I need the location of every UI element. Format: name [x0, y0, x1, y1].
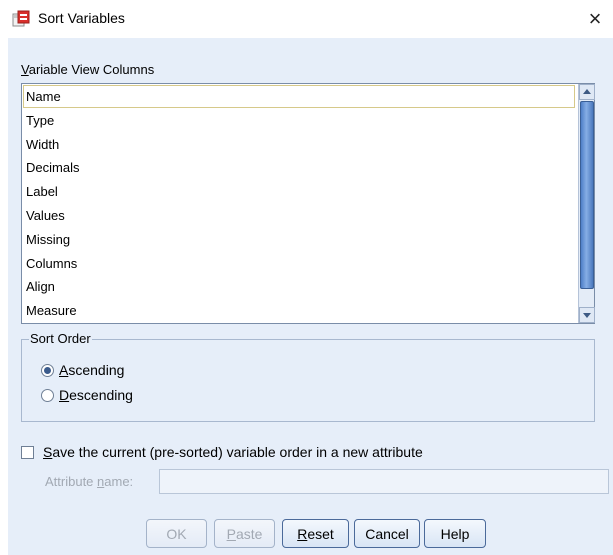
list-item[interactable]: Name — [23, 85, 575, 108]
sort-variables-dialog: Sort Variables × Variable View Columns N… — [0, 0, 613, 555]
list-item[interactable]: Align — [23, 275, 575, 298]
help-button[interactable]: Help — [424, 519, 486, 548]
scroll-thumb[interactable] — [580, 101, 594, 289]
spss-dialog-icon — [12, 10, 30, 28]
ascending-option[interactable]: Ascending — [41, 360, 124, 380]
save-order-checkbox[interactable] — [21, 445, 34, 459]
arrow-up-icon — [583, 89, 591, 94]
variable-view-columns-list[interactable]: Name Type Width Decimals Label Values Missing C… — [21, 83, 595, 324]
close-button[interactable]: × — [580, 4, 610, 34]
dialog-title: Sort Variables — [38, 10, 125, 26]
ascending-label: Ascending — [59, 362, 125, 378]
list-item[interactable]: Width — [23, 133, 575, 156]
variable-view-columns-label: Variable View Columns — [21, 62, 155, 77]
list-item[interactable]: Label — [23, 180, 575, 203]
scroll-up-button[interactable] — [579, 84, 595, 100]
list-item[interactable]: Type — [23, 109, 575, 132]
list-item[interactable]: Decimals — [23, 156, 575, 179]
list-item[interactable]: Values — [23, 204, 575, 227]
save-order-option[interactable]: Save the current (pre-sorted) variable o… — [21, 442, 423, 462]
reset-button[interactable]: Reset — [282, 519, 349, 548]
descending-option[interactable]: Descending — [41, 385, 133, 405]
descending-radio[interactable] — [41, 388, 54, 402]
close-icon: × — [588, 6, 602, 31]
scroll-down-button[interactable] — [579, 307, 595, 323]
paste-button[interactable]: Paste — [214, 519, 275, 548]
list-item[interactable]: Missing — [23, 228, 575, 251]
cancel-button[interactable]: Cancel — [354, 519, 420, 548]
attribute-name-label: Attribute name: — [45, 474, 134, 489]
dialog-body: Variable View Columns Name Type Width Decim… — [8, 38, 613, 555]
descending-label: Descending — [59, 387, 133, 403]
title-bar: Sort Variables × — [0, 0, 613, 38]
vertical-scrollbar[interactable] — [578, 84, 595, 323]
list-item[interactable]: Measure — [23, 299, 575, 322]
save-order-label: Save the current (pre-sorted) variable o… — [43, 444, 423, 460]
list-items: Name Type Width Decimals Label Values Missing C… — [22, 84, 576, 323]
ok-button[interactable]: OK — [146, 519, 207, 548]
list-item[interactable]: Columns — [23, 252, 575, 275]
sort-order-group: Sort Order Ascending Descending — [21, 331, 595, 422]
attribute-name-input[interactable] — [159, 469, 609, 494]
arrow-down-icon — [583, 313, 591, 318]
ascending-radio[interactable] — [41, 363, 54, 377]
sort-order-legend: Sort Order — [29, 331, 92, 346]
